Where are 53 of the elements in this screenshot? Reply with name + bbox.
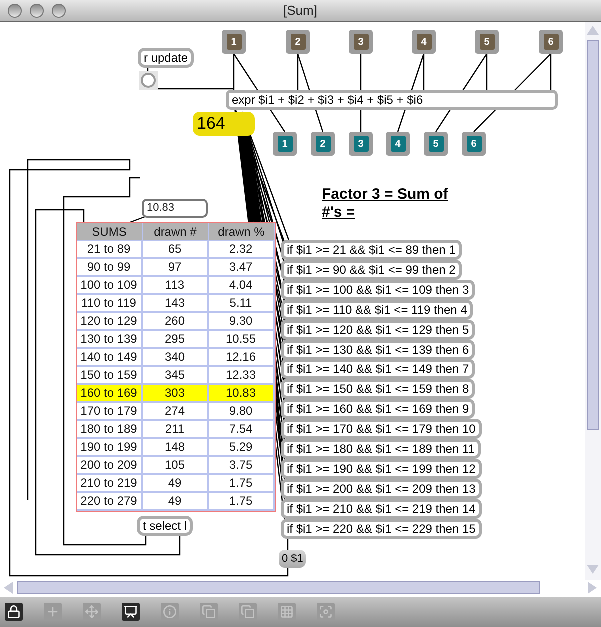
if-object[interactable]: if $i1 >= 21 && $i1 <= 89 then 1 [281, 240, 462, 260]
table-row[interactable]: 170 to 179 274 9.80 [77, 403, 275, 421]
table-row[interactable]: 150 to 159 345 12.33 [77, 367, 275, 385]
outlet[interactable]: 5 [424, 132, 448, 156]
message-box[interactable]: 0 $1 [279, 550, 306, 568]
inlet[interactable]: 6 [539, 30, 563, 54]
expr-object[interactable]: expr $i1 + $i2 + $i3 + $i4 + $i5 + $i6 [226, 90, 558, 110]
if-object[interactable]: if $i1 >= 90 && $i1 <= 99 then 2 [281, 260, 462, 280]
inlet[interactable]: 5 [475, 30, 499, 54]
number-display[interactable]: 164 [193, 112, 255, 136]
table-row[interactable]: 120 to 129 260 9.30 [77, 313, 275, 331]
inlet[interactable]: 2 [286, 30, 310, 54]
table-row[interactable]: 140 to 149 340 12.16 [77, 349, 275, 367]
table-row[interactable]: 130 to 139 295 10.55 [77, 331, 275, 349]
table-row[interactable]: 180 to 189 211 7.54 [77, 421, 275, 439]
table-row[interactable]: 160 to 169 303 10.83 [77, 385, 275, 403]
if-object[interactable]: if $i1 >= 200 && $i1 <= 209 then 13 [281, 479, 482, 499]
table-row[interactable]: 90 to 99 97 3.47 [77, 259, 275, 277]
table-row[interactable]: 220 to 279 49 1.75 [77, 493, 275, 511]
if-object[interactable]: if $i1 >= 190 && $i1 <= 199 then 12 [281, 459, 482, 479]
if-object[interactable]: if $i1 >= 180 && $i1 <= 189 then 11 [281, 439, 481, 459]
if-object[interactable]: if $i1 >= 160 && $i1 <= 169 then 9 [281, 399, 476, 419]
window-title: [Sum] [284, 2, 318, 20]
if-object[interactable]: if $i1 >= 100 && $i1 <= 109 then 3 [281, 280, 476, 300]
table-row[interactable]: 110 to 119 143 5.11 [77, 295, 275, 313]
outlet[interactable]: 3 [349, 132, 373, 156]
table-row[interactable]: 210 to 219 49 1.75 [77, 475, 275, 493]
outlet[interactable]: 4 [386, 132, 410, 156]
trigger-object[interactable]: t select l [137, 516, 194, 536]
table-row[interactable]: 190 to 199 148 5.29 [77, 439, 275, 457]
outlet[interactable]: 2 [311, 132, 335, 156]
table-row[interactable]: 200 to 209 105 3.75 [77, 457, 275, 475]
table-cell: 1.75 [209, 493, 275, 511]
table-cell: 220 to 279 [77, 493, 143, 511]
if-object[interactable]: if $i1 >= 120 && $i1 <= 129 then 5 [281, 320, 476, 340]
if-object[interactable]: if $i1 >= 210 && $i1 <= 219 then 14 [281, 499, 482, 519]
if-object[interactable]: if $i1 >= 170 && $i1 <= 179 then 10 [281, 419, 482, 439]
if-object[interactable]: if $i1 >= 110 && $i1 <= 119 then 4 [281, 300, 474, 320]
if-object[interactable]: if $i1 >= 130 && $i1 <= 139 then 6 [281, 340, 476, 360]
outlet[interactable]: 1 [273, 132, 297, 156]
inlet[interactable]: 3 [349, 30, 373, 54]
inlet[interactable]: 4 [412, 30, 436, 54]
receive-object[interactable]: r update [138, 48, 194, 68]
if-object[interactable]: if $i1 >= 220 && $i1 <= 229 then 15 [281, 519, 482, 539]
table-row[interactable]: 21 to 89 65 2.32 [77, 241, 275, 259]
inlet[interactable]: 1 [222, 30, 246, 54]
table-cell: 49 [143, 493, 209, 511]
if-object[interactable]: if $i1 >= 150 && $i1 <= 159 then 8 [281, 379, 476, 399]
outlet[interactable]: 6 [462, 132, 486, 156]
if-object[interactable]: if $i1 >= 140 && $i1 <= 149 then 7 [281, 359, 476, 379]
table-row[interactable]: 100 to 109 113 4.04 [77, 277, 275, 295]
heading: Factor 3 = Sum of #'s = [322, 186, 450, 222]
message-box[interactable]: 10.83 [142, 199, 208, 218]
